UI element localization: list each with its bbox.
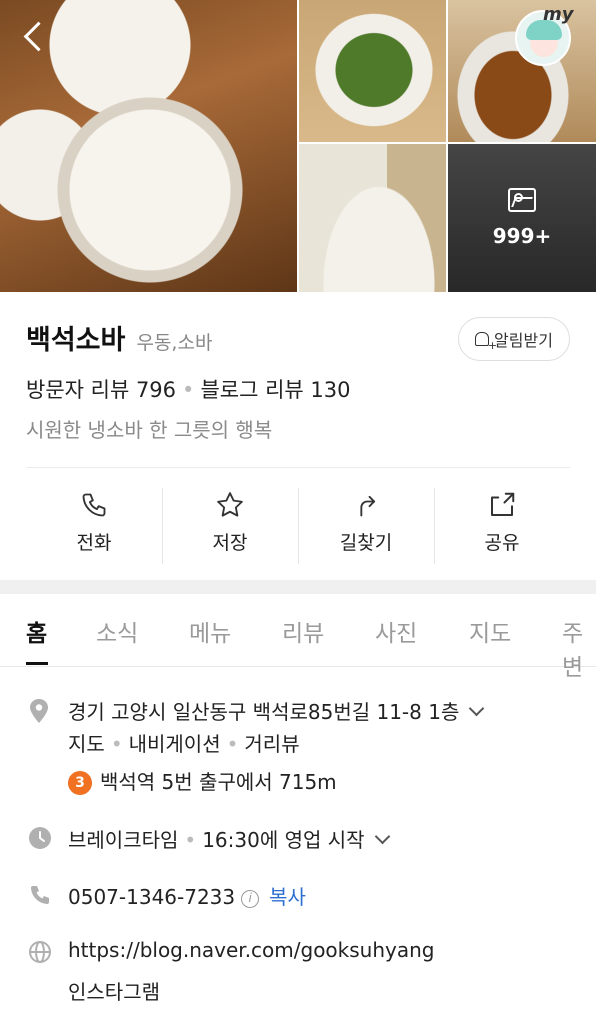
chevron-down-icon [469, 700, 485, 717]
instagram-link[interactable]: 인스타그램 [68, 976, 160, 1005]
photo-thumbnail[interactable] [299, 144, 446, 292]
tab-nearby[interactable]: 주변 [562, 614, 596, 682]
roadview-link[interactable]: 거리뷰 [244, 732, 299, 756]
subway-line-badge: 3 [68, 771, 92, 795]
phone-number[interactable]: 0507-1346-7233 [68, 885, 235, 909]
place-title-row: 백석소바 우동,소바 [26, 318, 212, 357]
photo-count: 999+ [492, 224, 552, 248]
clock-icon [28, 826, 52, 854]
call-label: 전화 [76, 532, 112, 554]
phone-icon [28, 883, 52, 911]
globe-icon [28, 940, 52, 968]
place-description: 시원한 냉소바 한 그릇의 행복 [26, 418, 273, 442]
subway-info: 3 백석역 5번 출구에서 715m [68, 766, 337, 797]
tab-news[interactable]: 소식 [96, 614, 138, 648]
save-button[interactable]: 저장 [162, 488, 298, 564]
tab-bar: 홈 소식 메뉴 리뷰 사진 지도 주변 [0, 594, 596, 681]
location-pin-icon [28, 698, 50, 728]
separator-dot: • [110, 732, 123, 756]
place-category: 우동,소바 [136, 332, 213, 354]
hours-row: 브레이크타임 • 16:30에 영업 시작 [68, 824, 390, 853]
call-button[interactable]: 전화 [26, 488, 162, 564]
my-badge: my [543, 4, 574, 25]
share-label: 공유 [484, 532, 520, 554]
address-links: 지도 • 내비게이션 • 거리뷰 [68, 728, 300, 757]
blog-review-link[interactable]: 블로그 리뷰 130 [200, 378, 350, 402]
separator-dot: • [182, 378, 195, 402]
hours-detail: 16:30에 영업 시작 [202, 828, 365, 852]
section-divider [0, 580, 596, 594]
tab-menu[interactable]: 메뉴 [189, 614, 231, 648]
map-link[interactable]: 지도 [68, 732, 105, 756]
tab-photos[interactable]: 사진 [375, 614, 417, 648]
back-button[interactable] [20, 18, 50, 54]
save-label: 저장 [212, 532, 248, 554]
homepage-link[interactable]: https://blog.naver.com/gooksuhyang [68, 938, 434, 962]
tab-map[interactable]: 지도 [469, 614, 511, 648]
share-icon [434, 488, 570, 522]
directions-icon [298, 488, 434, 522]
place-name: 백석소바 [26, 325, 126, 356]
more-photos-button[interactable]: 999+ [448, 144, 596, 292]
tab-reviews[interactable]: 리뷰 [282, 614, 324, 648]
info-icon[interactable]: i [241, 890, 260, 908]
separator-dot: • [226, 732, 239, 756]
alarm-button[interactable]: 알림받기 [458, 317, 570, 361]
photo-gallery: 999+ my [0, 0, 596, 292]
phone-row: 0507-1346-7233 i 복사 [68, 881, 306, 910]
address-row[interactable]: 경기 고양시 일산동구 백석로85번길 11-8 1층 [68, 696, 485, 725]
photo-thumbnail[interactable] [299, 0, 446, 142]
bell-icon [475, 332, 497, 352]
directions-label: 길찾기 [339, 532, 393, 554]
tab-home[interactable]: 홈 [26, 614, 47, 648]
copy-button[interactable]: 복사 [269, 885, 306, 909]
review-counts: 방문자 리뷰 796 • 블로그 리뷰 130 [26, 374, 350, 404]
alarm-label: 알림받기 [494, 331, 553, 350]
action-bar: 전화 저장 길찾기 공유 [26, 488, 570, 564]
directions-button[interactable]: 길찾기 [298, 488, 434, 564]
subway-text: 백석역 5번 출구에서 715m [100, 770, 337, 794]
star-icon [162, 488, 298, 522]
visitor-review-link[interactable]: 방문자 리뷰 796 [26, 378, 176, 402]
navigation-link[interactable]: 내비게이션 [129, 732, 221, 756]
address-text: 경기 고양시 일산동구 백석로85번길 11-8 1층 [68, 700, 460, 724]
chevron-down-icon [374, 828, 390, 845]
active-tab-indicator [26, 662, 48, 665]
divider [26, 467, 570, 468]
hours-status: 브레이크타임 [68, 828, 179, 852]
photo-overlay [448, 144, 596, 292]
image-icon [508, 188, 536, 212]
share-button[interactable]: 공유 [434, 488, 570, 564]
phone-icon [26, 488, 162, 522]
separator-dot: • [184, 828, 197, 852]
